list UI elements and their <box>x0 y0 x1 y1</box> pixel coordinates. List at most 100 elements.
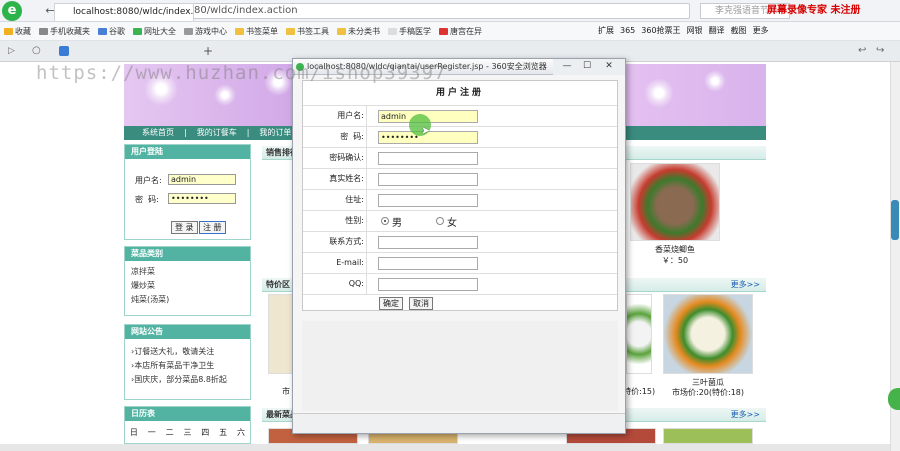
screenshot-button[interactable]: 截图 <box>731 25 747 36</box>
maximize-icon[interactable]: ☐ <box>579 60 595 73</box>
category-item[interactable]: 炖菜(汤菜) <box>125 293 250 307</box>
field-phone: 联系方式: <box>303 231 617 252</box>
dish-name[interactable]: 香菜烧鲫鱼 <box>630 244 720 255</box>
notice-item[interactable]: ›国庆庆，部分菜品8.8折起 <box>125 373 250 387</box>
scroll-thumb[interactable] <box>891 200 899 240</box>
banner-flower <box>214 84 236 106</box>
dish-image-fish[interactable] <box>630 163 720 241</box>
weekday: 六 <box>236 428 245 437</box>
weekday: 四 <box>201 428 210 437</box>
bookmark-item[interactable]: 谷歌 <box>98 26 125 37</box>
login-head: 用户登陆 <box>125 145 250 159</box>
bookmark-item[interactable]: 书签菜单 <box>235 26 278 37</box>
submit-button[interactable]: 确定 <box>379 297 403 310</box>
register-popup-window: localhost:8080/wldc/qiantai/userRegister… <box>292 58 626 434</box>
category-item[interactable]: 凉拌菜 <box>125 265 250 279</box>
realname-input[interactable] <box>378 173 478 186</box>
field-label: 联系方式: <box>303 232 367 252</box>
calendar-head: 日历表 <box>125 407 250 421</box>
login-password-label: 密 码: <box>135 195 159 204</box>
ticket-button[interactable]: 360抢票王 <box>641 25 680 36</box>
bookmark-item[interactable]: 书签工具 <box>286 26 329 37</box>
translate-button[interactable]: 翻译 <box>709 25 725 36</box>
bookmark-item[interactable]: 网址大全 <box>133 26 176 37</box>
notice-item[interactable]: ›订餐送大礼，敬请关注 <box>125 345 250 359</box>
field-username: 用户名: admin <box>303 105 617 126</box>
browser-logo[interactable]: e <box>2 1 22 21</box>
category-item[interactable]: 爆炒菜 <box>125 279 250 293</box>
banner-flower <box>704 70 726 92</box>
recorder-unregistered-label: 屏幕录像专家 未注册 <box>767 5 861 16</box>
refresh-tab-icon[interactable]: ○ <box>32 45 41 56</box>
dish-image-left[interactable] <box>268 294 294 374</box>
calendar-weekdays: 日 一 二 三 四 五 六 <box>125 427 250 438</box>
more-button[interactable]: 更多 <box>753 25 769 36</box>
register-form: 用户注册 用户名: admin 密 码: •••••••• 密码确认: 真实姓名… <box>302 80 618 311</box>
cancel-button[interactable]: 取消 <box>409 297 433 310</box>
weekday: 一 <box>147 428 156 437</box>
star-icon <box>4 27 13 35</box>
notice-item[interactable]: ›本店所有菜品干净卫生 <box>125 359 250 373</box>
field-address: 住址: <box>303 189 617 210</box>
password-confirm-input[interactable] <box>378 152 478 165</box>
bookmark-item[interactable]: 未分类书 <box>337 26 380 37</box>
category-head: 菜品类别 <box>125 247 250 261</box>
bookmark-item[interactable]: 唐宫在异 <box>439 26 482 37</box>
dish-image[interactable] <box>663 428 753 444</box>
login-user-input[interactable]: admin <box>168 174 236 185</box>
tool-365-button[interactable]: 365 <box>620 26 635 35</box>
special-more-link[interactable]: 更多>> <box>731 278 760 292</box>
bookmark-item[interactable]: 手稿医学 <box>388 26 431 37</box>
folder-icon <box>337 27 346 35</box>
window-controls: — ☐ ✕ <box>553 59 625 75</box>
field-label: 用户名: <box>303 106 367 126</box>
address-input[interactable] <box>378 194 478 207</box>
close-icon[interactable]: ✕ <box>601 60 617 73</box>
mouse-pointer-icon: ➤ <box>421 124 431 137</box>
form-actions: 确定 取消 <box>303 294 617 311</box>
calendar-box: 日历表 日 一 二 三 四 五 六 <box>124 406 251 444</box>
nav-orders[interactable]: 我的订单 <box>259 126 291 140</box>
gender-male-radio[interactable] <box>381 217 389 225</box>
active-tab[interactable]: localhost:8080/wldc/index.ac <box>54 3 194 21</box>
sidebar-toggle-icon[interactable]: ▷ <box>8 46 15 56</box>
gender-female-radio[interactable] <box>436 217 444 225</box>
weekday: 五 <box>219 428 228 437</box>
dish-image-mid[interactable] <box>626 294 652 374</box>
folder-icon <box>235 27 244 35</box>
qq-input[interactable] <box>378 278 478 291</box>
phone-input[interactable] <box>378 236 478 249</box>
login-password-input[interactable]: •••••••• <box>168 193 236 204</box>
dish-price: ￥：50 <box>661 256 689 265</box>
minimize-icon[interactable]: — <box>559 60 575 73</box>
folder-icon <box>286 27 295 35</box>
latest-more-link[interactable]: 更多>> <box>731 408 760 422</box>
extensions-button[interactable]: 扩展 <box>598 25 614 36</box>
nav-home[interactable]: 系统首页 <box>142 126 174 140</box>
login-button[interactable]: 登 录 <box>171 221 198 234</box>
field-label: QQ: <box>303 274 367 294</box>
popup-blank-area <box>302 321 618 411</box>
field-realname: 真实姓名: <box>303 168 617 189</box>
page-icon <box>388 27 397 35</box>
google-icon <box>98 27 107 35</box>
dish-image-melon[interactable] <box>663 294 753 374</box>
notice-box: 网站公告 ›订餐送大礼，敬请关注 ›本店所有菜品干净卫生 ›国庆庆，部分菜品8.… <box>124 324 251 400</box>
new-tab-button[interactable]: + <box>203 44 213 58</box>
web-icon <box>133 27 142 35</box>
bank-button[interactable]: 网银 <box>687 25 703 36</box>
browser-right-tools: 扩展 365 360抢票王 网银 翻译 截图 更多 <box>598 25 769 36</box>
field-label: 住址: <box>303 190 367 210</box>
tab-menu-icon[interactable]: ↪ <box>876 45 884 56</box>
floating-assistant-icon[interactable] <box>888 388 900 410</box>
field-password: 密 码: •••••••• <box>303 126 617 147</box>
email-input[interactable] <box>378 257 478 270</box>
nav-cart[interactable]: 我的订餐车 <box>197 126 237 140</box>
register-button[interactable]: 注 册 <box>199 221 226 234</box>
bookmark-item[interactable]: 手机收藏夹 <box>39 26 90 37</box>
bookmark-item[interactable]: 收藏 <box>4 26 31 37</box>
tab-back-icon[interactable]: ↩ <box>858 45 866 56</box>
address-bar[interactable]: localhost:8080/wldc/index.action <box>110 3 690 19</box>
bookmark-item[interactable]: 游戏中心 <box>184 26 227 37</box>
weekday: 三 <box>183 428 192 437</box>
